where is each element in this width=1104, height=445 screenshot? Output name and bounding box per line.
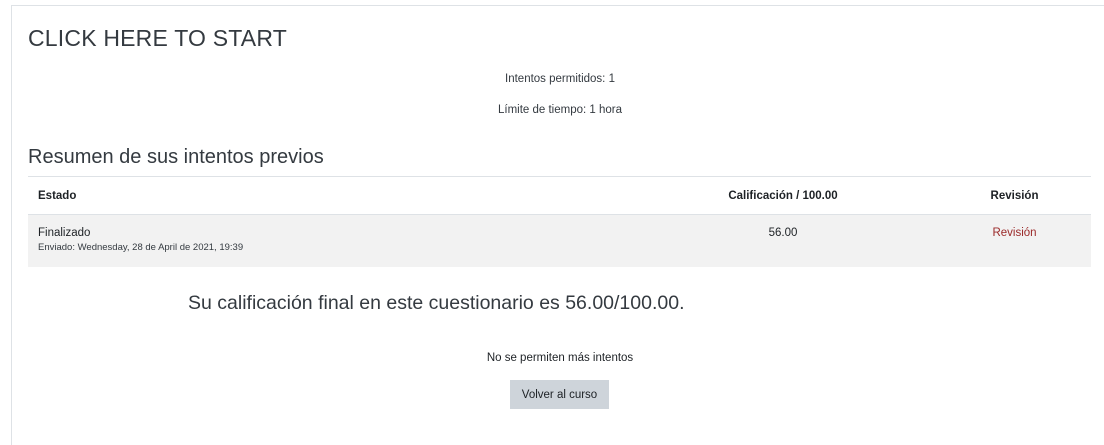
back-to-course-button[interactable]: Volver al curso <box>510 380 609 409</box>
page-title: CLICK HERE TO START <box>28 25 287 51</box>
column-header-grade: Calificación / 100.00 <box>628 176 938 215</box>
final-grade-text: Su calificación final en este cuestionar… <box>188 292 685 314</box>
review-link[interactable]: Revisión <box>992 227 1036 239</box>
attempts-allowed-info: Intentos permitidos: 1 <box>505 73 615 85</box>
table-header-row: Estado Calificación / 100.00 Revisión <box>28 176 1091 215</box>
attempt-submitted-date: Enviado: Wednesday, 28 de April de 2021,… <box>38 242 244 253</box>
table-row: Finalizado Enviado: Wednesday, 28 de Apr… <box>28 214 1091 267</box>
attempts-summary-table: Estado Calificación / 100.00 Revisión Fi… <box>28 176 1091 267</box>
time-limit-info: Límite de tiempo: 1 hora <box>497 104 622 116</box>
attempt-state-cell: Finalizado Enviado: Wednesday, 28 de Apr… <box>28 214 628 267</box>
no-more-attempts-text: No se permiten más intentos <box>486 352 634 364</box>
attempt-state: Finalizado <box>38 227 91 239</box>
attempt-review-cell: Revisión <box>938 214 1091 267</box>
attempt-grade: 56.00 <box>628 214 938 267</box>
column-header-review: Revisión <box>938 176 1091 215</box>
attempts-summary-heading: Resumen de sus intentos previos <box>28 146 324 168</box>
column-header-state: Estado <box>28 176 628 215</box>
